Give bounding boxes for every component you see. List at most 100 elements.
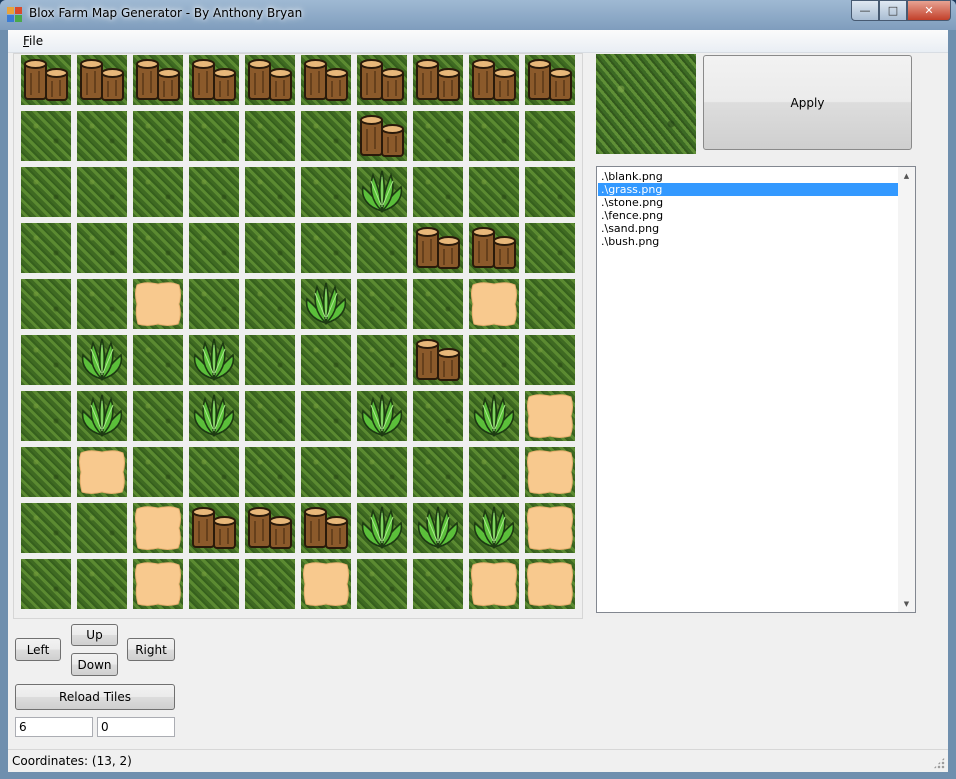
map-tile-grass[interactable]: [77, 167, 127, 217]
tile-list-item[interactable]: .\grass.png: [598, 183, 898, 196]
down-button[interactable]: Down: [71, 653, 118, 676]
map-tile-fence[interactable]: [413, 223, 463, 273]
map-tile-grass[interactable]: [21, 559, 71, 609]
resize-grip-icon[interactable]: [933, 757, 945, 769]
map-tile-grass[interactable]: [469, 167, 519, 217]
map-tile-grass[interactable]: [21, 503, 71, 553]
map-tile-sand[interactable]: [133, 559, 183, 609]
map-tile-fence[interactable]: [469, 223, 519, 273]
map-tile-grass[interactable]: [469, 447, 519, 497]
right-button[interactable]: Right: [127, 638, 175, 661]
map-tile-fence[interactable]: [77, 55, 127, 105]
map-tile-sand[interactable]: [133, 503, 183, 553]
scroll-up-arrow-icon[interactable]: ▲: [898, 167, 915, 184]
map-tile-bush[interactable]: [77, 391, 127, 441]
map-tile-sand[interactable]: [469, 559, 519, 609]
map-tile-grass[interactable]: [245, 279, 295, 329]
map-tile-grass[interactable]: [357, 223, 407, 273]
map-tile-grass[interactable]: [413, 167, 463, 217]
map-tile-fence[interactable]: [413, 335, 463, 385]
map-tile-grass[interactable]: [413, 279, 463, 329]
map-tile-grass[interactable]: [21, 391, 71, 441]
map-tile-grass[interactable]: [77, 559, 127, 609]
map-tile-fence[interactable]: [301, 503, 351, 553]
map-tile-grass[interactable]: [525, 111, 575, 161]
map-tile-fence[interactable]: [413, 55, 463, 105]
maximize-button[interactable]: □: [879, 0, 907, 21]
map-tile-grass[interactable]: [245, 335, 295, 385]
map-tile-grass[interactable]: [301, 223, 351, 273]
map-tile-grass[interactable]: [245, 447, 295, 497]
map-tile-sand[interactable]: [133, 279, 183, 329]
map-tile-bush[interactable]: [189, 391, 239, 441]
map-tile-grass[interactable]: [189, 167, 239, 217]
map-tile-grass[interactable]: [245, 167, 295, 217]
map-tile-grass[interactable]: [21, 279, 71, 329]
map-tile-grass[interactable]: [357, 335, 407, 385]
map-tile-grass[interactable]: [301, 167, 351, 217]
map-tile-grass[interactable]: [357, 279, 407, 329]
map-tile-grass[interactable]: [413, 447, 463, 497]
map-tile-sand[interactable]: [77, 447, 127, 497]
map-tile-sand[interactable]: [525, 391, 575, 441]
map-tile-fence[interactable]: [245, 503, 295, 553]
map-tile-sand[interactable]: [469, 279, 519, 329]
map-tile-sand[interactable]: [525, 503, 575, 553]
map-tile-grass[interactable]: [77, 279, 127, 329]
map-tile-bush[interactable]: [413, 503, 463, 553]
tile-list-item[interactable]: .\sand.png: [598, 222, 898, 235]
map-tile-grass[interactable]: [301, 335, 351, 385]
minimize-button[interactable]: —: [851, 0, 879, 21]
x-coordinate-input[interactable]: [15, 717, 93, 737]
map-tile-grass[interactable]: [77, 111, 127, 161]
map-tile-grass[interactable]: [21, 447, 71, 497]
map-tile-grass[interactable]: [525, 279, 575, 329]
map-tile-grass[interactable]: [413, 391, 463, 441]
map-tile-grass[interactable]: [133, 391, 183, 441]
map-tile-bush[interactable]: [469, 391, 519, 441]
map-tile-grass[interactable]: [357, 559, 407, 609]
tile-listbox[interactable]: .\blank.png .\grass.png .\stone.png .\fence…: [596, 166, 916, 613]
tile-list-item[interactable]: .\fence.png: [598, 209, 898, 222]
left-button[interactable]: Left: [15, 638, 61, 661]
map-tile-sand[interactable]: [525, 447, 575, 497]
map-tile-bush[interactable]: [357, 167, 407, 217]
map-tile-bush[interactable]: [357, 503, 407, 553]
map-tile-fence[interactable]: [133, 55, 183, 105]
map-tile-fence[interactable]: [357, 55, 407, 105]
list-scrollbar[interactable]: ▲ ▼: [898, 167, 915, 612]
map-tile-grass[interactable]: [245, 391, 295, 441]
map-tile-bush[interactable]: [301, 279, 351, 329]
map-tile-grass[interactable]: [525, 167, 575, 217]
close-button[interactable]: ✕: [907, 0, 951, 21]
map-tile-fence[interactable]: [21, 55, 71, 105]
map-tile-bush[interactable]: [357, 391, 407, 441]
map-tile-grass[interactable]: [301, 111, 351, 161]
map-tile-fence[interactable]: [357, 111, 407, 161]
y-coordinate-input[interactable]: [97, 717, 175, 737]
map-tile-grass[interactable]: [301, 447, 351, 497]
map-tile-fence[interactable]: [469, 55, 519, 105]
reload-tiles-button[interactable]: Reload Tiles: [15, 684, 175, 710]
map-tile-grass[interactable]: [189, 223, 239, 273]
map-tile-grass[interactable]: [21, 335, 71, 385]
map-tile-grass[interactable]: [133, 335, 183, 385]
map-tile-bush[interactable]: [77, 335, 127, 385]
tile-list-item[interactable]: .\bush.png: [598, 235, 898, 248]
map-tile-grass[interactable]: [525, 223, 575, 273]
map-tile-grass[interactable]: [133, 447, 183, 497]
map-tile-grass[interactable]: [133, 167, 183, 217]
map-tile-grass[interactable]: [21, 167, 71, 217]
map-tile-bush[interactable]: [469, 503, 519, 553]
map-tile-grass[interactable]: [525, 335, 575, 385]
map-tile-fence[interactable]: [525, 55, 575, 105]
map-tile-grass[interactable]: [245, 223, 295, 273]
map-tile-grass[interactable]: [245, 559, 295, 609]
map-tile-fence[interactable]: [189, 55, 239, 105]
map-tile-sand[interactable]: [525, 559, 575, 609]
tile-list-item[interactable]: .\stone.png: [598, 196, 898, 209]
map-tile-grass[interactable]: [21, 111, 71, 161]
map-tile-grass[interactable]: [357, 447, 407, 497]
map-tile-sand[interactable]: [301, 559, 351, 609]
map-tile-grass[interactable]: [189, 279, 239, 329]
